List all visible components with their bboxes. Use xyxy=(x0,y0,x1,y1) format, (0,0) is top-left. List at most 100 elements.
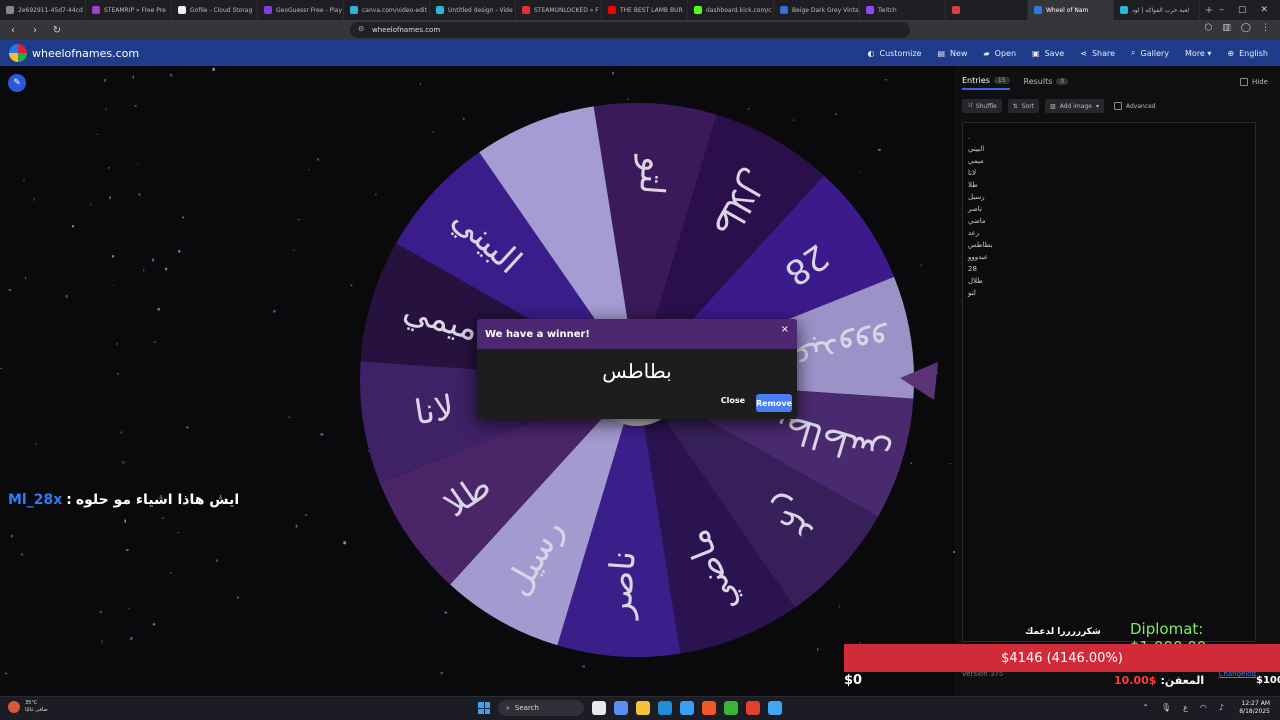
entry-line: لانا xyxy=(968,169,977,177)
shuffle-icon: ⤨ xyxy=(967,102,972,109)
maximize-icon[interactable]: ▢ xyxy=(1238,5,1247,15)
wheel-segment-label: لتو xyxy=(631,153,674,196)
menu-item-more[interactable]: More ▾ xyxy=(1185,49,1211,58)
chevron-down-icon: ▾ xyxy=(1095,102,1099,110)
tab-results-label: Results xyxy=(1023,77,1053,86)
menu-item-label: Gallery xyxy=(1140,48,1170,58)
notepad-app-icon[interactable] xyxy=(768,701,782,715)
add-image-button[interactable]: ▨ Add image ▾ xyxy=(1045,99,1104,113)
menu-item-save[interactable]: ▣ Save xyxy=(1032,49,1064,58)
winner-name: بطاطس xyxy=(602,359,672,383)
entries-count-badge: 15 xyxy=(993,77,1010,84)
overlay-goal-bar: $4146 (4146.00%) xyxy=(844,644,1280,672)
clock-time: 12:27 AM xyxy=(1241,700,1270,707)
shuffle-button[interactable]: ⤨ Shuffle xyxy=(962,99,1002,113)
advanced-toggle[interactable]: Advanced xyxy=(1113,102,1156,110)
tab-results[interactable]: Results 0 xyxy=(1024,76,1069,90)
entry-line: ناصر xyxy=(968,205,982,213)
entry-line: ميمي xyxy=(968,157,984,165)
menu-item-label: Save xyxy=(1044,48,1065,58)
weather-widget[interactable]: 35°C صافي غالبًا xyxy=(8,700,48,714)
sort-label: Sort xyxy=(1021,102,1035,110)
volume-icon[interactable]: ♪ xyxy=(1219,703,1224,712)
menu-item-share[interactable]: ⋖ Share xyxy=(1080,49,1115,58)
entry-line: 28 xyxy=(968,265,977,273)
menu-item-label: Share xyxy=(1091,48,1116,58)
chat-message: Ml_28x : ايش هاذا اشياء مو حلوه xyxy=(8,492,239,508)
folder-app-icon[interactable] xyxy=(636,701,650,715)
browser-tab[interactable]: Wheel of Nam xyxy=(1028,0,1114,20)
taskbar-search[interactable]: ⌕ Search xyxy=(498,700,584,716)
system-tray: ⌃ 🎙 ع ◠ ♪ xyxy=(1142,703,1224,712)
menu-icon[interactable]: ⋮ xyxy=(1261,23,1270,33)
chrome-app-icon[interactable] xyxy=(746,701,760,715)
minimize-icon[interactable]: – xyxy=(1219,5,1224,15)
extensions-icon[interactable]: ⬡ xyxy=(1205,23,1213,33)
search-icon: ⌕ xyxy=(1131,48,1136,57)
hide-label: Hide xyxy=(1252,78,1268,86)
entry-line: طلا xyxy=(968,181,978,189)
sidebar-icon[interactable]: ▥ xyxy=(1222,23,1231,33)
tab-title: Wheel of Nam xyxy=(1046,6,1089,14)
sort-button[interactable]: ⇅ Sort xyxy=(1007,99,1040,113)
add-image-label: Add image xyxy=(1059,102,1092,110)
overlay-top-donor-value: 10.00$ xyxy=(1114,674,1157,687)
dialog-title: We have a winner! xyxy=(477,319,797,349)
globe-icon: ⊕ xyxy=(1227,48,1235,58)
wheel-segment-label: ناصر xyxy=(599,549,644,621)
windows-start-icon[interactable] xyxy=(478,702,490,714)
menu-item-gallery[interactable]: ⌕ Gallery xyxy=(1131,48,1169,58)
files-app-icon[interactable] xyxy=(592,701,606,715)
shuffle-label: Shuffle xyxy=(975,102,997,110)
weather-desc: صافي غالبًا xyxy=(25,707,48,713)
chat-username: Ml_28x xyxy=(8,492,63,508)
entry-line: عبدووو xyxy=(968,253,989,261)
profile-icon[interactable]: ◯ xyxy=(1241,23,1251,33)
overlay-goal-text: $4146 (4146.00%) xyxy=(1001,650,1123,666)
search-icon: ⌕ xyxy=(506,703,510,712)
overlay-goal-end: $100 xyxy=(1256,675,1280,686)
menu-item-label: English xyxy=(1239,48,1268,58)
language-icon[interactable]: ع xyxy=(1183,703,1188,712)
overlay-top-donor-label: المعفن: xyxy=(1160,674,1205,687)
browser-tab[interactable]: لعبة حرب الفواكه | لود xyxy=(1114,0,1200,20)
entry-line: ماضي xyxy=(968,217,986,225)
image-icon: ▨ xyxy=(1050,102,1056,110)
advanced-checkbox[interactable] xyxy=(1113,102,1122,110)
menu-item-open[interactable]: ▰ Open xyxy=(984,49,1017,58)
brave-app-icon[interactable] xyxy=(702,701,716,715)
chevron-up-icon[interactable]: ⌃ xyxy=(1142,703,1149,712)
hide-toggle[interactable]: Hide xyxy=(1240,78,1268,86)
close-button[interactable]: Close xyxy=(719,392,747,409)
close-window-icon[interactable]: ✕ xyxy=(1260,5,1268,15)
menu-item-english[interactable]: ⊕ English xyxy=(1227,49,1268,58)
overlay-top-donor: 10.00$ المعفن: xyxy=(1114,674,1204,687)
clock[interactable]: 12:27 AM 8/18/2025 xyxy=(1239,700,1270,716)
tab-title: لعبة حرب الفواكه | لود xyxy=(1132,6,1190,14)
xbox-app-icon[interactable] xyxy=(724,701,738,715)
remove-button[interactable]: Remove xyxy=(756,394,792,412)
new-tab-button[interactable]: + xyxy=(1200,5,1218,16)
edge-app-icon[interactable] xyxy=(658,701,672,715)
browser-tab[interactable] xyxy=(946,0,1028,20)
tab-entries[interactable]: Entries 15 xyxy=(962,76,1010,90)
store-app-icon[interactable] xyxy=(680,701,694,715)
microphone-icon[interactable]: 🎙 xyxy=(1161,703,1171,712)
entry-line: . xyxy=(968,133,971,141)
clock-date: 8/18/2025 xyxy=(1239,708,1270,715)
copilot-app-icon[interactable] xyxy=(614,701,628,715)
entries-textarea[interactable]: . البيني ميمي لانا طلا رسيل ناصر ماضي رعد بطاطس عب… xyxy=(962,122,1256,642)
taskbar: 35°C صافي غالبًا ⌕ Search ⌃ 🎙 ع ◠ ♪ 12:2… xyxy=(0,696,1280,720)
chat-separator: : xyxy=(66,492,72,508)
wifi-icon[interactable]: ◠ xyxy=(1200,703,1207,712)
entry-line: رعد xyxy=(968,229,980,237)
taskbar-search-label: Search xyxy=(514,704,539,712)
save-icon: ▣ xyxy=(1032,48,1040,58)
overlay-thanks: شكرررررا لدعمك xyxy=(1025,627,1101,637)
hide-checkbox[interactable] xyxy=(1240,78,1249,86)
entry-line: لتو xyxy=(968,289,976,297)
entries-panel: Entries 15 Results 0 Hide ⤨ Shuffle ⇅ So… xyxy=(955,66,1280,696)
menu-item-label: Open xyxy=(994,48,1017,58)
entry-line: بطاطس xyxy=(968,241,993,249)
dialog-close-icon[interactable]: × xyxy=(781,324,789,335)
